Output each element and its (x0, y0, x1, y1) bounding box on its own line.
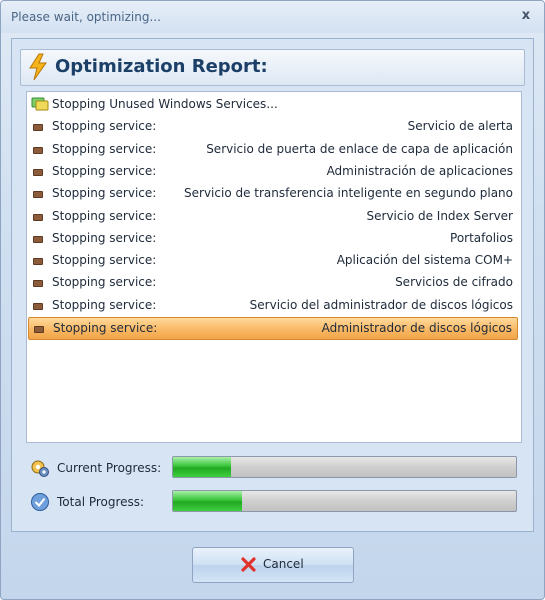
report-row-label: Stopping service: (52, 163, 157, 178)
total-progress-row: Total Progress: (30, 490, 520, 514)
report-panel: Optimization Report: Stopping Unused Win… (11, 38, 534, 532)
report-row[interactable]: Stopping service: Administrador de discos… (28, 317, 518, 340)
service-icon (33, 191, 43, 199)
service-icon (33, 213, 43, 221)
current-progress-label: Current Progress: (57, 461, 162, 475)
service-icon (33, 302, 43, 310)
report-row-label: Stopping service: (52, 253, 157, 268)
service-icon (33, 280, 43, 288)
report-row-label: Stopping service: (52, 208, 157, 223)
close-button[interactable]: x (518, 8, 534, 24)
report-row-label: Stopping service: (52, 297, 157, 312)
report-row-value: Servicio de puerta de enlace de capa de … (206, 141, 513, 156)
services-icon (31, 97, 49, 111)
service-icon (33, 235, 43, 243)
report-row-label: Stopping service: (52, 230, 157, 245)
report-group-label: Stopping Unused Windows Services... (52, 97, 278, 111)
report-row[interactable]: Stopping service: Servicio de transferenc… (28, 183, 518, 204)
report-row[interactable]: Stopping service: Servicio del administra… (28, 295, 518, 316)
report-row[interactable]: Stopping service: Portafolios (28, 228, 518, 249)
report-row[interactable]: Stopping service: Aplicación del sistema … (28, 250, 518, 271)
report-row-label: Stopping service: (52, 275, 157, 290)
cancel-button[interactable]: Cancel (192, 547, 354, 583)
report-row-value: Aplicación del sistema COM+ (336, 253, 513, 268)
gears-icon (31, 460, 49, 477)
report-row-label: Stopping service: (52, 119, 157, 134)
report-row-value: Administración de aplicaciones (326, 163, 513, 178)
report-row-label: Stopping service: (52, 186, 157, 201)
report-row-value: Servicio de alerta (407, 119, 513, 134)
report-header: Optimization Report: (20, 49, 525, 86)
report-row[interactable]: Stopping service: Servicio de Index Serve… (28, 206, 518, 227)
optimizing-dialog: Please wait, optimizing... x Optimizatio… (0, 0, 545, 600)
service-icon (33, 124, 43, 132)
report-row-value: Administrador de discos lógicos (321, 321, 512, 335)
current-progress-bar (172, 456, 517, 478)
cancel-button-label: Cancel (263, 557, 304, 571)
service-icon (33, 168, 43, 176)
current-progress-row: Current Progress: (30, 456, 520, 480)
service-icon (34, 326, 44, 333)
cancel-x-icon (241, 557, 256, 572)
report-list[interactable]: Stopping Unused Windows Services... Stop… (26, 91, 522, 443)
report-group-header: Stopping Unused Windows Services... (28, 94, 518, 115)
report-row-label: Stopping service: (52, 141, 157, 156)
total-progress-label: Total Progress: (57, 495, 145, 509)
report-row-value: Servicio de Index Server (366, 208, 513, 223)
report-row[interactable]: Stopping service: Administración de aplic… (28, 161, 518, 182)
report-row-value: Servicio del administrador de discos lóg… (249, 297, 513, 312)
report-row-value: Servicios de cifrado (395, 275, 513, 290)
report-row-label: Stopping service: (53, 321, 158, 335)
current-progress-fill (173, 457, 232, 477)
report-row-value: Portafolios (450, 230, 513, 245)
total-progress-fill (173, 491, 242, 511)
page-title: Optimization Report: (55, 56, 268, 77)
lightning-bolt-icon (29, 53, 47, 81)
service-icon (33, 258, 43, 266)
report-row-value: Servicio de transferencia inteligente en… (184, 186, 513, 201)
total-progress-bar (172, 490, 517, 512)
service-icon (33, 146, 43, 154)
window-title: Please wait, optimizing... (11, 10, 161, 24)
checkmark-circle-icon (31, 493, 49, 511)
title-bar[interactable]: Please wait, optimizing... x (1, 1, 544, 33)
report-row[interactable]: Stopping service: Servicio de puerta de e… (28, 139, 518, 160)
report-row[interactable]: Stopping service: Servicio de alerta (28, 116, 518, 137)
report-row[interactable]: Stopping service: Servicios de cifrado (28, 272, 518, 293)
